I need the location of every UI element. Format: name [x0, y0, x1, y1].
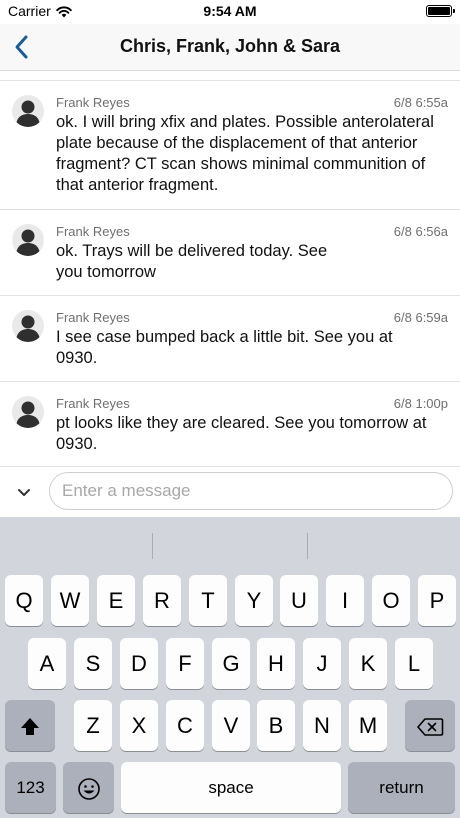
- emoji-key[interactable]: [63, 762, 114, 813]
- avatar-icon: [12, 95, 44, 127]
- key-t[interactable]: T: [189, 575, 227, 626]
- shift-icon: [21, 718, 39, 736]
- message-item: Frank Reyes 6/8 1:00p pt looks like they…: [0, 381, 460, 468]
- key-e[interactable]: E: [97, 575, 135, 626]
- message-text: pt looks like they are cleared. See you …: [56, 414, 427, 453]
- message-item: Frank Reyes 6/8 6:56a ok. Trays will be …: [0, 209, 460, 295]
- message-item: Frank Reyes 6/8 6:55a ok. I will bring x…: [0, 80, 460, 209]
- status-bar: Carrier 9:54 AM: [0, 0, 460, 24]
- delete-key[interactable]: [405, 700, 455, 751]
- key-i[interactable]: I: [326, 575, 364, 626]
- message-input[interactable]: [49, 472, 453, 510]
- avatar-icon: [12, 310, 44, 342]
- key-p[interactable]: P: [418, 575, 456, 626]
- key-q[interactable]: Q: [5, 575, 43, 626]
- key-u[interactable]: U: [280, 575, 318, 626]
- delete-icon: [417, 718, 444, 736]
- message-sender: Frank Reyes: [56, 95, 130, 110]
- key-o[interactable]: O: [372, 575, 410, 626]
- keyboard: Q W E R T Y U I O P A S D F G H J K L Z …: [0, 517, 460, 818]
- key-f[interactable]: F: [166, 638, 204, 689]
- message-sender: Frank Reyes: [56, 396, 130, 411]
- message-list: Frank Reyes 6/8 6:55a ok. I will bring x…: [0, 80, 460, 468]
- key-j[interactable]: J: [303, 638, 341, 689]
- key-x[interactable]: X: [120, 700, 158, 751]
- message-time: 6/8 1:00p: [393, 396, 448, 411]
- collapse-keyboard-button[interactable]: [14, 482, 34, 502]
- key-z[interactable]: Z: [74, 700, 112, 751]
- message-text: ok. I will bring xfix and plates. Possib…: [56, 113, 434, 194]
- key-s[interactable]: S: [74, 638, 112, 689]
- key-r[interactable]: R: [143, 575, 181, 626]
- key-v[interactable]: V: [212, 700, 250, 751]
- avatar-icon: [12, 224, 44, 256]
- key-w[interactable]: W: [51, 575, 89, 626]
- suggestion-divider: [307, 533, 308, 559]
- key-d[interactable]: D: [120, 638, 158, 689]
- key-h[interactable]: H: [257, 638, 295, 689]
- message-sender: Frank Reyes: [56, 310, 130, 325]
- key-g[interactable]: G: [212, 638, 250, 689]
- key-c[interactable]: C: [166, 700, 204, 751]
- key-n[interactable]: N: [303, 700, 341, 751]
- message-text: I see case bumped back a little bit. See…: [56, 328, 393, 367]
- nav-bar: Chris, Frank, John & Sara: [0, 24, 460, 71]
- emoji-icon: [77, 778, 100, 800]
- key-k[interactable]: K: [349, 638, 387, 689]
- key-l[interactable]: L: [395, 638, 433, 689]
- key-a[interactable]: A: [28, 638, 66, 689]
- suggestion-divider: [152, 533, 153, 559]
- space-key[interactable]: space: [121, 762, 341, 813]
- message-time: 6/8 6:56a: [393, 224, 448, 239]
- message-text: ok. Trays will be delivered today. See y…: [56, 242, 328, 281]
- key-b[interactable]: B: [257, 700, 295, 751]
- clock: 9:54 AM: [203, 3, 257, 19]
- avatar-icon: [12, 396, 44, 428]
- battery-icon: [426, 5, 455, 17]
- message-time: 6/8 6:59a: [393, 310, 448, 325]
- collapse-chevron-icon: [18, 489, 30, 496]
- return-key[interactable]: return: [348, 762, 455, 813]
- composer-bar: [0, 466, 460, 518]
- shift-key[interactable]: [5, 700, 55, 751]
- key-y[interactable]: Y: [235, 575, 273, 626]
- message-sender: Frank Reyes: [56, 224, 130, 239]
- message-item: Frank Reyes 6/8 6:59a I see case bumped …: [0, 295, 460, 381]
- numbers-key[interactable]: 123: [5, 762, 56, 813]
- conversation-title: Chris, Frank, John & Sara: [119, 36, 341, 56]
- key-m[interactable]: M: [349, 700, 387, 751]
- message-time: 6/8 6:55a: [393, 95, 448, 110]
